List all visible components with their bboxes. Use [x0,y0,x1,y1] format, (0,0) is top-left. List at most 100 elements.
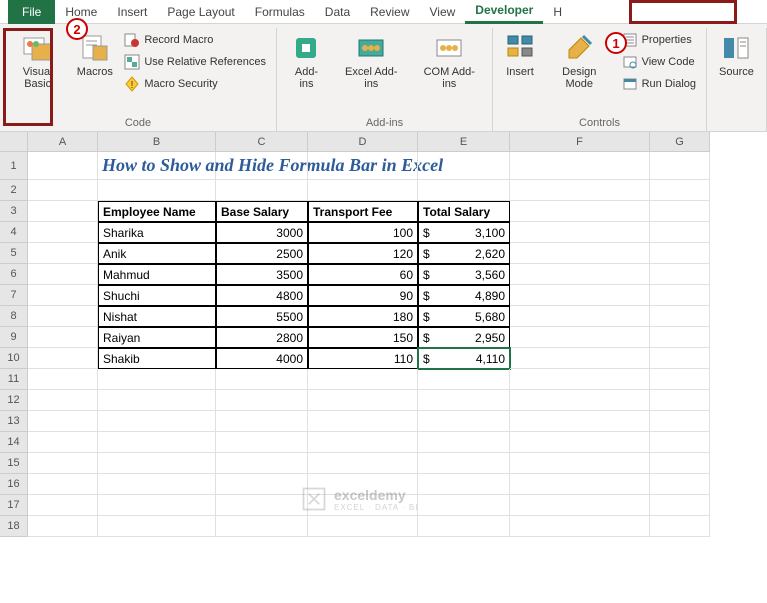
cell-D4[interactable]: 100 [308,222,418,243]
cell-F10[interactable] [510,348,650,369]
cell-B10[interactable]: Shakib [98,348,216,369]
cell-E9[interactable]: $2,950 [418,327,510,348]
cell-G2[interactable] [650,180,710,201]
cell-E13[interactable] [418,411,510,432]
cell-F4[interactable] [510,222,650,243]
cell-C18[interactable] [216,516,308,537]
cell-B13[interactable] [98,411,216,432]
cell-B14[interactable] [98,432,216,453]
cell-E1[interactable] [418,152,510,180]
cell-B17[interactable] [98,495,216,516]
row-header-16[interactable]: 16 [0,474,28,495]
tab-insert[interactable]: Insert [107,0,157,24]
cell-G6[interactable] [650,264,710,285]
row-header-15[interactable]: 15 [0,453,28,474]
cell-E5[interactable]: $2,620 [418,243,510,264]
col-header-F[interactable]: F [510,132,650,152]
row-header-9[interactable]: 9 [0,327,28,348]
cell-A9[interactable] [28,327,98,348]
cell-F1[interactable] [510,152,650,180]
cell-F8[interactable] [510,306,650,327]
cell-C9[interactable]: 2800 [216,327,308,348]
cell-C7[interactable]: 4800 [216,285,308,306]
cell-A8[interactable] [28,306,98,327]
row-header-13[interactable]: 13 [0,411,28,432]
cell-D3[interactable]: Transport Fee [308,201,418,222]
cell-G17[interactable] [650,495,710,516]
cell-B5[interactable]: Anik [98,243,216,264]
cell-E18[interactable] [418,516,510,537]
properties-button[interactable]: Properties [618,30,700,50]
row-header-6[interactable]: 6 [0,264,28,285]
cell-D13[interactable] [308,411,418,432]
cell-A16[interactable] [28,474,98,495]
cell-D1[interactable] [308,152,418,180]
cell-A1[interactable] [28,152,98,180]
row-header-5[interactable]: 5 [0,243,28,264]
cell-D2[interactable] [308,180,418,201]
col-header-C[interactable]: C [216,132,308,152]
cell-A6[interactable] [28,264,98,285]
cell-F13[interactable] [510,411,650,432]
cell-B1[interactable]: How to Show and Hide Formula Bar in Exce… [98,152,216,180]
cell-E3[interactable]: Total Salary [418,201,510,222]
cell-E17[interactable] [418,495,510,516]
cell-A2[interactable] [28,180,98,201]
cell-B4[interactable]: Sharika [98,222,216,243]
record-macro-button[interactable]: Record Macro [120,30,270,50]
cell-D10[interactable]: 110 [308,348,418,369]
cell-A11[interactable] [28,369,98,390]
cell-F2[interactable] [510,180,650,201]
cell-F17[interactable] [510,495,650,516]
cell-A12[interactable] [28,390,98,411]
row-header-3[interactable]: 3 [0,201,28,222]
row-header-7[interactable]: 7 [0,285,28,306]
tab-review[interactable]: Review [360,0,419,24]
cell-C2[interactable] [216,180,308,201]
cell-A7[interactable] [28,285,98,306]
cell-E10[interactable]: $4,110 [418,348,510,369]
cell-C5[interactable]: 2500 [216,243,308,264]
cell-E8[interactable]: $5,680 [418,306,510,327]
cell-C8[interactable]: 5500 [216,306,308,327]
cell-D5[interactable]: 120 [308,243,418,264]
macros-button[interactable]: Macros [73,28,116,115]
macro-security-button[interactable]: ! Macro Security [120,74,270,94]
cell-A5[interactable] [28,243,98,264]
cell-E15[interactable] [418,453,510,474]
cell-F11[interactable] [510,369,650,390]
cell-C4[interactable]: 3000 [216,222,308,243]
col-header-A[interactable]: A [28,132,98,152]
col-header-D[interactable]: D [308,132,418,152]
cell-F7[interactable] [510,285,650,306]
row-header-2[interactable]: 2 [0,180,28,201]
tab-data[interactable]: Data [315,0,360,24]
cell-F3[interactable] [510,201,650,222]
cell-A18[interactable] [28,516,98,537]
cell-G11[interactable] [650,369,710,390]
cell-F14[interactable] [510,432,650,453]
cell-D6[interactable]: 60 [308,264,418,285]
cell-F6[interactable] [510,264,650,285]
cell-D12[interactable] [308,390,418,411]
cell-D9[interactable]: 150 [308,327,418,348]
row-header-1[interactable]: 1 [0,152,28,180]
cell-B16[interactable] [98,474,216,495]
cell-B11[interactable] [98,369,216,390]
cell-D14[interactable] [308,432,418,453]
cell-E14[interactable] [418,432,510,453]
col-header-E[interactable]: E [418,132,510,152]
cell-G5[interactable] [650,243,710,264]
cell-E12[interactable] [418,390,510,411]
cell-A17[interactable] [28,495,98,516]
tab-help[interactable]: H [543,0,572,24]
design-mode-button[interactable]: Design Mode [545,28,614,115]
cell-G10[interactable] [650,348,710,369]
cell-G8[interactable] [650,306,710,327]
cell-F12[interactable] [510,390,650,411]
cell-C11[interactable] [216,369,308,390]
cell-E16[interactable] [418,474,510,495]
cell-E4[interactable]: $3,100 [418,222,510,243]
cell-G15[interactable] [650,453,710,474]
cell-B18[interactable] [98,516,216,537]
